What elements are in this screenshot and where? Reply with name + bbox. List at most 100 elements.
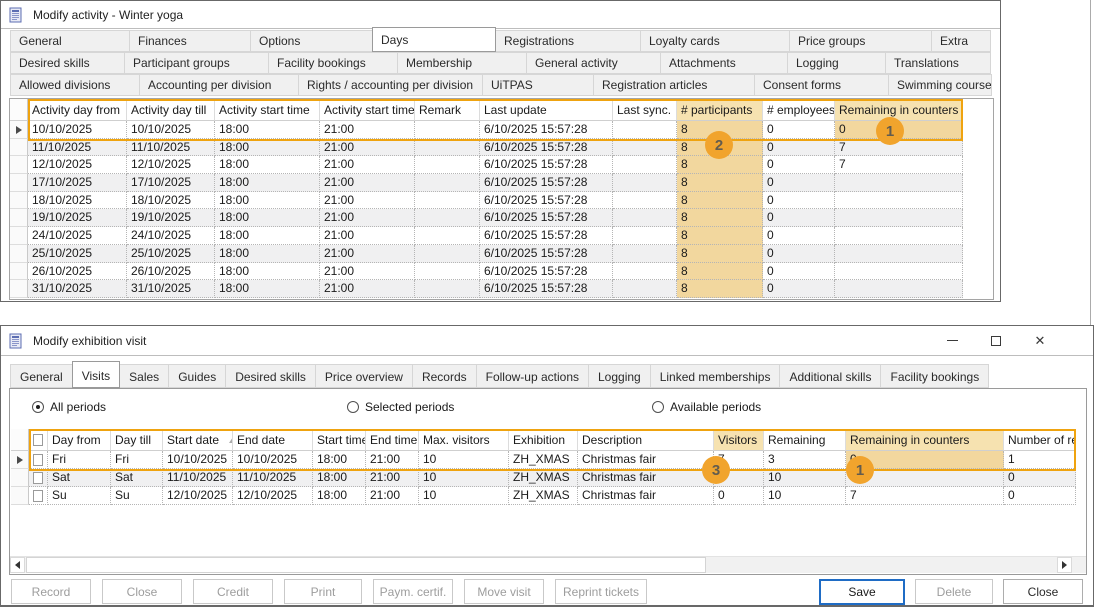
cell-start-date[interactable]: 12/10/2025 xyxy=(163,487,233,505)
column-header-last-update[interactable]: Last update xyxy=(480,99,613,121)
column-header-start-time[interactable]: Start time xyxy=(313,429,366,451)
column-header-remaining[interactable]: Remaining xyxy=(764,429,846,451)
cell-last-update[interactable]: 6/10/2025 15:57:28 xyxy=(480,227,613,245)
tab-membership[interactable]: Membership xyxy=(397,52,527,74)
cell-activity-day-from[interactable]: 26/10/2025 xyxy=(28,263,127,281)
cell-remark[interactable] xyxy=(415,280,480,298)
cell-employees[interactable]: 0 xyxy=(763,263,835,281)
column-header-employees[interactable]: # employees xyxy=(763,99,835,121)
cell-activity-start-time[interactable]: 18:00 xyxy=(215,192,320,210)
tab-finances[interactable]: Finances xyxy=(129,30,251,52)
cell-max-visitors[interactable]: 10 xyxy=(419,451,509,469)
cell-last-update[interactable]: 6/10/2025 15:57:28 xyxy=(480,280,613,298)
tab-additional-skills[interactable]: Additional skills xyxy=(779,364,881,388)
cell-activity-day-from[interactable]: 10/10/2025 xyxy=(28,121,127,139)
cell-activity-day-from[interactable]: 17/10/2025 xyxy=(28,174,127,192)
cell-participants[interactable]: 8 xyxy=(677,263,763,281)
column-header-activity-day-till[interactable]: Activity day till xyxy=(127,99,215,121)
cell-exhibition[interactable]: ZH_XMAS xyxy=(509,451,578,469)
cell-remaining-in-counters[interactable] xyxy=(835,227,963,245)
title-bar[interactable]: Modify activity - Winter yoga xyxy=(1,1,1000,29)
row-checkbox[interactable] xyxy=(33,454,43,466)
cell-activity-start-time[interactable]: 21:00 xyxy=(320,280,415,298)
cell-last-update[interactable]: 6/10/2025 15:57:28 xyxy=(480,245,613,263)
button-print[interactable]: Print xyxy=(284,579,362,604)
cell-activity-day-till[interactable]: 31/10/2025 xyxy=(127,280,215,298)
cell-activity-start-time[interactable]: 18:00 xyxy=(215,280,320,298)
button-close[interactable]: Close xyxy=(1003,579,1083,604)
tab-logging[interactable]: Logging xyxy=(588,364,651,388)
cell-employees[interactable]: 0 xyxy=(763,192,835,210)
cell-end-date[interactable]: 10/10/2025 xyxy=(233,451,313,469)
cell-activity-start-time[interactable]: 21:00 xyxy=(320,245,415,263)
cell-remark[interactable] xyxy=(415,227,480,245)
cell-activity-start-time[interactable]: 18:00 xyxy=(215,121,320,139)
cell-activity-start-time[interactable]: 18:00 xyxy=(215,156,320,174)
cell-max-visitors[interactable]: 10 xyxy=(419,487,509,505)
cell-activity-start-time[interactable]: 18:00 xyxy=(215,209,320,227)
cell-remaining[interactable]: 10 xyxy=(764,487,846,505)
cell-activity-day-till[interactable]: 19/10/2025 xyxy=(127,209,215,227)
cell-visitors[interactable]: 0 xyxy=(714,487,764,505)
cell-start-time[interactable]: 18:00 xyxy=(313,451,366,469)
cell-employees[interactable]: 0 xyxy=(763,245,835,263)
button-reprint-tickets[interactable]: Reprint tickets xyxy=(555,579,647,604)
cell-activity-start-time[interactable]: 21:00 xyxy=(320,192,415,210)
tab-facility-bookings[interactable]: Facility bookings xyxy=(880,364,989,388)
cell-description[interactable]: Christmas fair xyxy=(578,469,714,487)
button-move-visit[interactable]: Move visit xyxy=(464,579,544,604)
row-selector[interactable] xyxy=(10,174,28,192)
tab-price-overview[interactable]: Price overview xyxy=(315,364,413,388)
cell-start-date[interactable]: 10/10/2025 xyxy=(163,451,233,469)
cell-last-update[interactable]: 6/10/2025 15:57:28 xyxy=(480,121,613,139)
cell-end-time[interactable]: 21:00 xyxy=(366,451,419,469)
cell-start-time[interactable]: 18:00 xyxy=(313,469,366,487)
cell-activity-day-from[interactable]: 31/10/2025 xyxy=(28,280,127,298)
cell-activity-day-till[interactable]: 26/10/2025 xyxy=(127,263,215,281)
cell-remaining-in-counters[interactable] xyxy=(835,192,963,210)
tab-uitpas[interactable]: UiTPAS xyxy=(482,74,594,96)
cell-exhibition[interactable]: ZH_XMAS xyxy=(509,469,578,487)
cell-description[interactable]: Christmas fair xyxy=(578,451,714,469)
column-header-end-time[interactable]: End time xyxy=(366,429,419,451)
cell-last-sync[interactable] xyxy=(613,245,677,263)
cell-number-of-reservations[interactable]: 0 xyxy=(1004,487,1076,505)
cell-last-update[interactable]: 6/10/2025 15:57:28 xyxy=(480,209,613,227)
cell-participants[interactable]: 8 xyxy=(677,245,763,263)
column-header-visitors[interactable]: Visitors xyxy=(714,429,764,451)
cell-participants[interactable]: 8 xyxy=(677,156,763,174)
cell-activity-day-from[interactable]: 18/10/2025 xyxy=(28,192,127,210)
cell-activity-start-time[interactable]: 21:00 xyxy=(320,121,415,139)
column-header-end-date[interactable]: End date xyxy=(233,429,313,451)
cell-activity-start-time[interactable]: 21:00 xyxy=(320,209,415,227)
cell-end-date[interactable]: 12/10/2025 xyxy=(233,487,313,505)
cell-activity-day-till[interactable]: 18/10/2025 xyxy=(127,192,215,210)
column-header-day-till[interactable]: Day till xyxy=(111,429,163,451)
cell-activity-day-from[interactable]: 19/10/2025 xyxy=(28,209,127,227)
cell-activity-start-time[interactable]: 21:00 xyxy=(320,139,415,157)
cell-start-date[interactable]: 11/10/2025 xyxy=(163,469,233,487)
cell-day-from[interactable]: Sat xyxy=(48,469,111,487)
column-header-description[interactable]: Description xyxy=(578,429,714,451)
cell-employees[interactable]: 0 xyxy=(763,280,835,298)
cell-max-visitors[interactable]: 10 xyxy=(419,469,509,487)
cell-activity-start-time[interactable]: 18:00 xyxy=(215,174,320,192)
column-header-activity-start-time[interactable]: Activity start time xyxy=(215,99,320,121)
cell-remaining[interactable]: 3 xyxy=(764,451,846,469)
row-selector[interactable] xyxy=(10,139,28,157)
column-header-exhibition[interactable]: Exhibition xyxy=(509,429,578,451)
cell-remark[interactable] xyxy=(415,139,480,157)
cell-activity-day-till[interactable]: 12/10/2025 xyxy=(127,156,215,174)
tab-general[interactable]: General xyxy=(10,364,73,388)
tab-price-groups[interactable]: Price groups xyxy=(789,30,932,52)
cell-participants[interactable]: 8 xyxy=(677,209,763,227)
tab-logging[interactable]: Logging xyxy=(787,52,886,74)
row-selector[interactable] xyxy=(10,245,28,263)
cell-remaining-in-counters[interactable] xyxy=(835,174,963,192)
cell-remark[interactable] xyxy=(415,245,480,263)
tab-options[interactable]: Options xyxy=(250,30,373,52)
tab-consent-forms[interactable]: Consent forms xyxy=(754,74,889,96)
cell-last-sync[interactable] xyxy=(613,280,677,298)
cell-employees[interactable]: 0 xyxy=(763,209,835,227)
tab-linked-memberships[interactable]: Linked memberships xyxy=(650,364,781,388)
